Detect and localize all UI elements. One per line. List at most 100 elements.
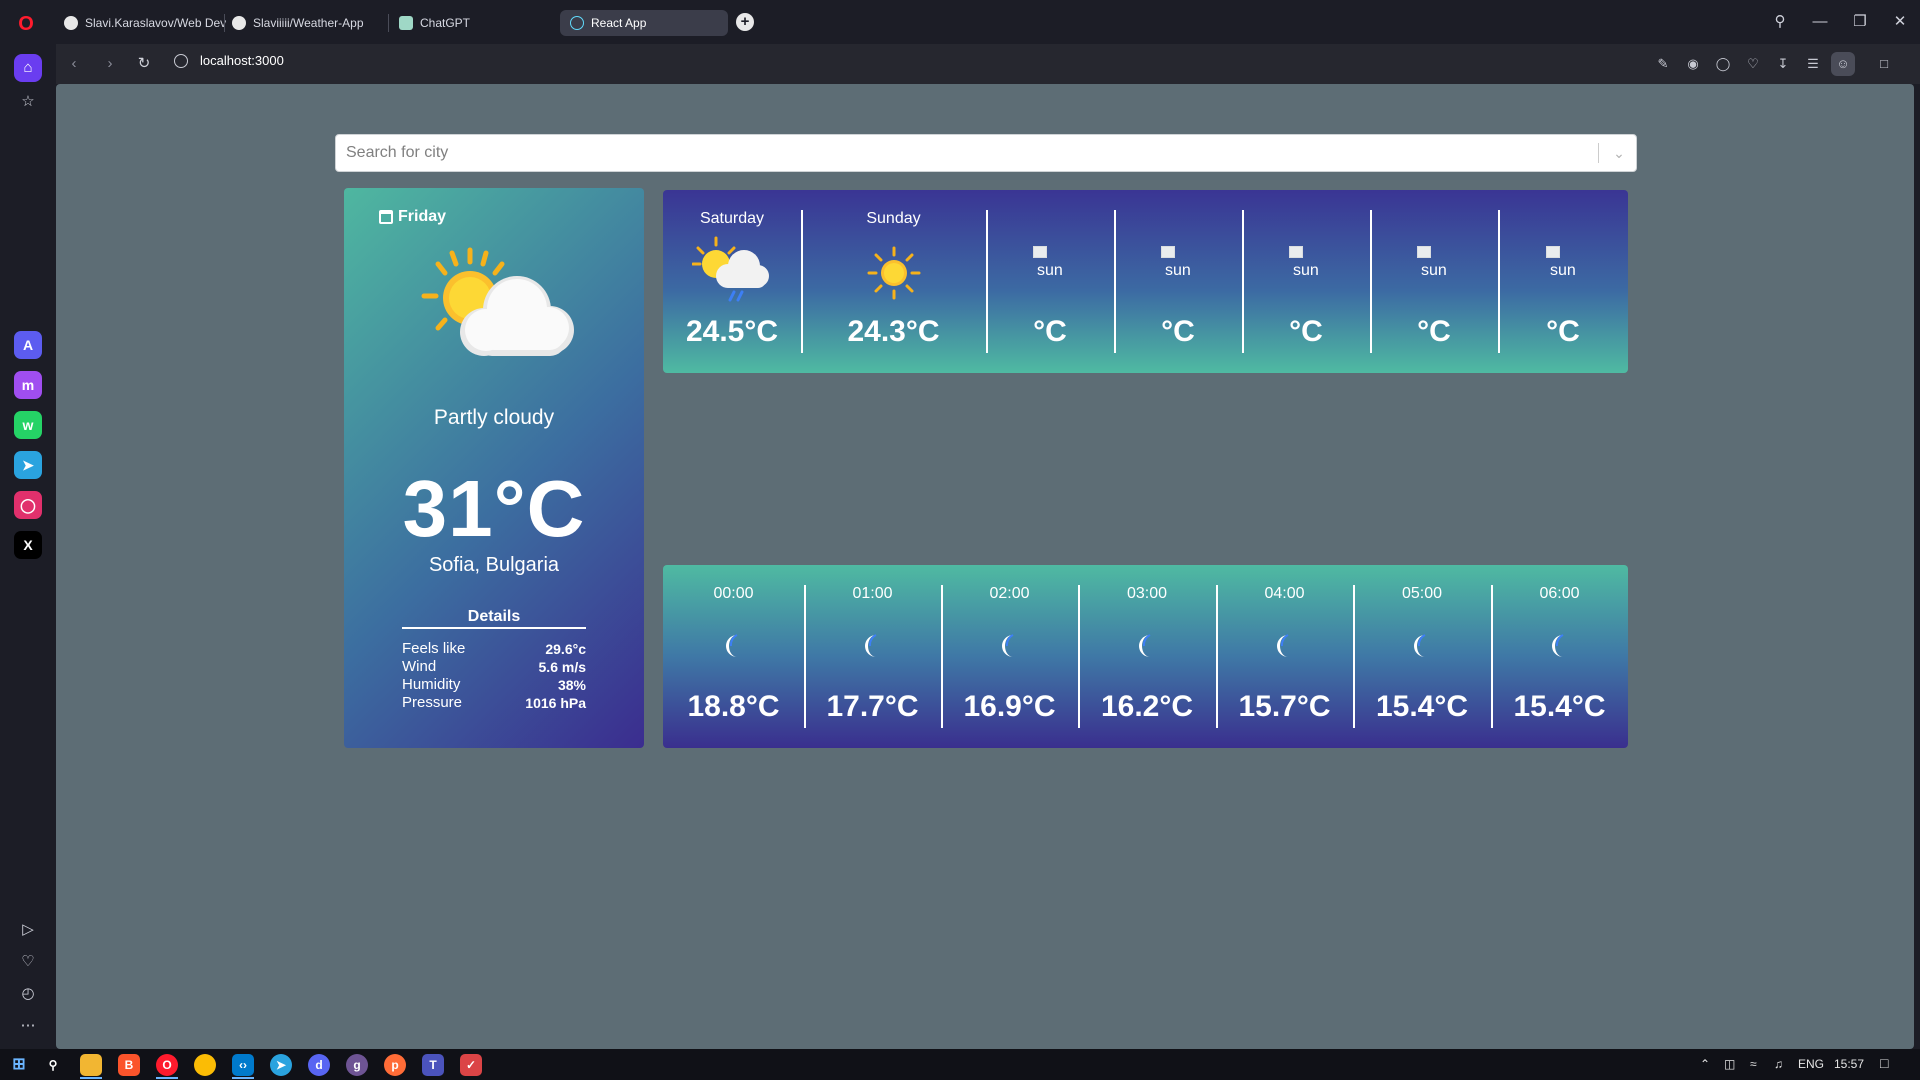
daily-forecast-item: Sunday 24.3°C — [801, 190, 986, 373]
shield-icon[interactable]: ◯ — [1711, 52, 1735, 76]
postman-icon[interactable]: p — [384, 1054, 406, 1076]
more-icon[interactable]: ⋯ — [14, 1012, 42, 1040]
language-indicator[interactable]: ENG — [1798, 1057, 1824, 1071]
opera-taskbar-icon[interactable]: O — [156, 1054, 178, 1076]
x-twitter-icon[interactable]: X — [14, 531, 42, 559]
forecast-temp: 17.7°C — [826, 690, 919, 723]
broken-image-icon: sun — [1033, 246, 1067, 279]
new-tab-button[interactable]: + — [736, 13, 754, 31]
tab-react-app[interactable]: React App — [560, 10, 728, 36]
forecast-temp: °C — [1289, 315, 1323, 348]
pinboard-star-icon[interactable]: ☆ — [14, 88, 42, 116]
detail-label: Wind — [402, 658, 437, 675]
forecast-time: 06:00 — [1539, 585, 1580, 602]
windows-start-icon[interactable]: ⊞ — [8, 1054, 30, 1076]
forecast-temp: 15.7°C — [1238, 690, 1331, 723]
partly-cloudy-icon — [421, 247, 574, 356]
close-icon[interactable]: ✕ — [1888, 10, 1912, 34]
chatgpt-icon — [399, 16, 413, 30]
volume-icon[interactable]: ♫ — [1774, 1057, 1783, 1071]
details-heading: Details — [402, 608, 586, 629]
forecast-temp: °C — [1417, 315, 1451, 348]
tray-overflow-icon[interactable]: ⌃ — [1700, 1057, 1710, 1071]
moon-icon — [864, 634, 877, 657]
daily-forecast-item: sun °C — [1242, 190, 1370, 373]
discord-icon[interactable]: d — [308, 1054, 330, 1076]
globe-icon — [174, 53, 188, 68]
forecast-temp: 16.2°C — [1100, 690, 1194, 723]
tab-web-dev[interactable]: Slavi.Karaslavov/Web Dev — [54, 10, 236, 36]
instagram-icon[interactable]: ◯ — [14, 491, 42, 519]
download-icon[interactable]: ↧ — [1771, 52, 1795, 76]
profile-icon[interactable]: ☺ — [1831, 52, 1855, 76]
search-tabs-icon[interactable]: ⚲ — [1768, 10, 1792, 34]
opera-logo-icon[interactable]: O — [16, 14, 36, 34]
player-icon[interactable]: ▷ — [14, 916, 42, 944]
home-icon[interactable]: ⌂ — [14, 54, 42, 82]
hourly-forecast-card: 00:00 18.8°C 01:00 17.7°C 02:00 16.9°C 0… — [663, 565, 1628, 748]
cube-icon[interactable]: □ — [1872, 52, 1896, 76]
image-alt-text: sun — [1421, 262, 1447, 279]
back-icon[interactable]: ‹ — [62, 52, 86, 76]
whatsapp-icon[interactable]: w — [14, 411, 42, 439]
chrome-icon[interactable] — [194, 1054, 216, 1076]
history-icon[interactable]: ◴ — [14, 980, 42, 1008]
todo-app-icon[interactable]: ✓ — [460, 1054, 482, 1076]
teams-icon[interactable]: T — [422, 1054, 444, 1076]
favorites-heart-icon[interactable]: ♡ — [14, 948, 42, 976]
clock[interactable]: 15:57 — [1834, 1057, 1864, 1071]
reload-icon[interactable]: ↻ — [132, 52, 156, 76]
address-bar[interactable]: localhost:3000 — [174, 53, 284, 68]
detail-label: Pressure — [402, 694, 463, 711]
forecast-temp: °C — [1546, 315, 1580, 348]
file-explorer-icon[interactable] — [80, 1054, 102, 1076]
wifi-icon[interactable]: ≈ — [1750, 1057, 1757, 1071]
search-input[interactable] — [346, 135, 1586, 171]
city-search[interactable]: ⌄ — [335, 134, 1637, 172]
taskbar-active-indicator — [232, 1077, 254, 1079]
tray-network-icon[interactable]: ◫ — [1724, 1057, 1735, 1071]
page-viewport: ⌄ Friday — [56, 84, 1914, 1049]
forecast-time: 01:00 — [852, 585, 893, 602]
broken-image-icon: sun — [1161, 246, 1195, 279]
camera-icon[interactable]: ◉ — [1681, 52, 1705, 76]
forecast-time: 05:00 — [1401, 585, 1443, 602]
hourly-forecast-item: 05:00 15.4°C — [1353, 565, 1491, 748]
vscode-icon[interactable]: ‹› — [232, 1054, 254, 1076]
forecast-temp: 18.8°C — [687, 690, 780, 723]
hourly-forecast-item: 04:00 15.7°C — [1216, 565, 1353, 748]
heart-icon[interactable]: ♡ — [1741, 52, 1765, 76]
tab-weather-app-repo[interactable]: Slaviiiii/Weather-App — [222, 10, 374, 36]
brave-icon[interactable]: B — [118, 1054, 140, 1076]
messenger-icon[interactable]: m — [14, 371, 42, 399]
forecast-temp: °C — [1033, 315, 1067, 348]
aria-icon[interactable]: A — [14, 331, 42, 359]
url-text[interactable]: localhost:3000 — [200, 53, 284, 68]
chevron-down-icon[interactable]: ⌄ — [1608, 142, 1630, 164]
github-desktop-icon[interactable]: g — [346, 1054, 368, 1076]
broken-image-icon: sun — [1417, 246, 1451, 279]
tab-chatgpt[interactable]: ChatGPT — [389, 10, 480, 36]
taskbar-search-icon[interactable]: ⚲ — [42, 1054, 64, 1076]
detail-value: 29.6°c — [545, 641, 586, 657]
minimize-icon[interactable]: — — [1808, 10, 1832, 34]
forecast-day: Saturday — [699, 210, 765, 227]
notifications-icon[interactable]: □ — [1880, 1055, 1888, 1071]
taskbar-active-indicator — [156, 1077, 178, 1079]
easy-setup-icon[interactable]: ☰ — [1801, 52, 1825, 76]
telegram-icon[interactable]: ➤ — [14, 451, 42, 479]
current-temperature: 31°C — [402, 464, 586, 553]
forecast-time: 00:00 — [713, 585, 754, 602]
forward-icon[interactable]: › — [98, 52, 122, 76]
detail-label: Humidity — [402, 676, 461, 693]
forecast-temp: 16.9°C — [963, 690, 1056, 723]
detail-label: Feels like — [402, 640, 466, 657]
telegram-taskbar-icon[interactable]: ➤ — [270, 1054, 292, 1076]
details-row-humidity: Humidity 38% — [402, 676, 586, 694]
tab-label: Slaviiiii/Weather-App — [253, 16, 364, 30]
restore-icon[interactable]: ❐ — [1848, 10, 1872, 34]
edit-icon[interactable]: ✎ — [1651, 52, 1675, 76]
detail-value: 1016 hPa — [525, 695, 586, 711]
current-weather-card: Friday Partly cloudy 31°C Sofia, Bulgari… — [344, 188, 644, 748]
forecast-temp: 24.3°C — [847, 315, 940, 348]
